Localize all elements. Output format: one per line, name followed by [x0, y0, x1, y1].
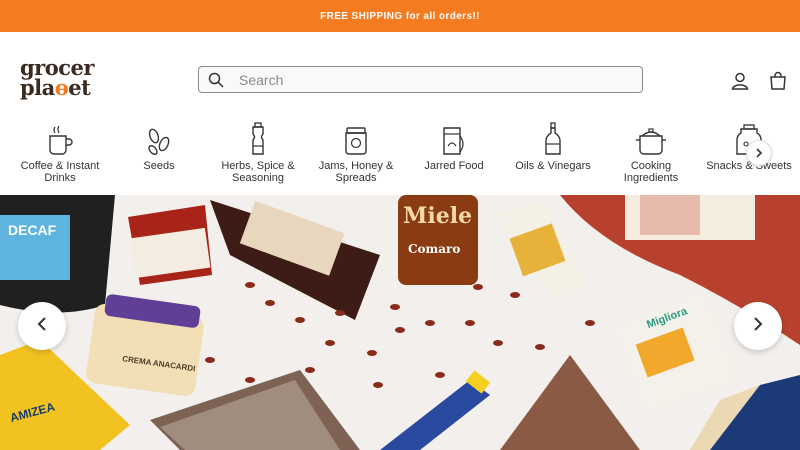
search-input[interactable] [239, 71, 619, 88]
category-label: Coffee & Instant Drinks [20, 160, 100, 184]
seeds-icon [114, 122, 204, 156]
category-oils[interactable]: Oils & Vinegars [508, 120, 598, 172]
category-jarred[interactable]: Jarred Food [409, 120, 499, 172]
logo-line-2a: pla [20, 75, 55, 100]
category-coffee[interactable]: Coffee & Instant Drinks [15, 120, 105, 184]
logo[interactable]: grocer plaɵet [20, 57, 110, 100]
bag-icon[interactable] [767, 70, 789, 92]
hero-banner[interactable]: DECAF Miele Comaro CREMA ANACARDI AMIZEA… [0, 195, 800, 450]
announcement-bar: FREE SHIPPING for all orders!! [0, 0, 800, 32]
user-icon[interactable] [729, 70, 751, 92]
carousel-next-button[interactable] [734, 302, 782, 350]
category-label: Jams, Honey & Spreads [318, 160, 394, 184]
category-jams[interactable]: Jams, Honey & Spreads [311, 120, 401, 184]
hero-product-image: DECAF Miele Comaro CREMA ANACARDI AMIZEA… [0, 195, 800, 450]
category-label: Jarred Food [424, 160, 484, 172]
search-icon[interactable] [199, 67, 233, 92]
category-label: Oils & Vinegars [515, 160, 591, 172]
category-strip: Coffee & Instant Drinks Seeds Herbs, Spi… [0, 120, 800, 195]
jar-icon [409, 122, 499, 156]
site-header: grocer plaɵet [0, 32, 800, 120]
bottle-icon [508, 122, 598, 156]
category-cooking[interactable]: Cooking Ingredients [606, 120, 696, 184]
pot-icon [606, 122, 696, 156]
category-seeds[interactable]: Seeds [114, 120, 204, 172]
decaf-label: DECAF [8, 222, 57, 238]
announcement-text: FREE SHIPPING for all orders!! [320, 10, 480, 22]
category-herbs[interactable]: Herbs, Spice & Seasoning [213, 120, 303, 184]
coffee-cup-icon [15, 122, 105, 156]
search-bar[interactable] [198, 66, 643, 93]
logo-line-2b: et [68, 75, 91, 100]
jam-jar-icon [311, 122, 401, 156]
logo-o-mark: ɵ [54, 75, 69, 100]
comaro-label: Comaro [408, 242, 460, 256]
miele-label: Miele [403, 203, 472, 229]
chevron-left-icon [35, 316, 49, 337]
chevron-right-icon[interactable] [746, 140, 772, 166]
category-label: Cooking Ingredients [623, 160, 679, 184]
carousel-prev-button[interactable] [18, 302, 66, 350]
category-label: Herbs, Spice & Seasoning [221, 160, 295, 184]
category-label: Seeds [143, 160, 175, 172]
pepper-mill-icon [213, 122, 303, 156]
chevron-right-icon [751, 316, 765, 337]
